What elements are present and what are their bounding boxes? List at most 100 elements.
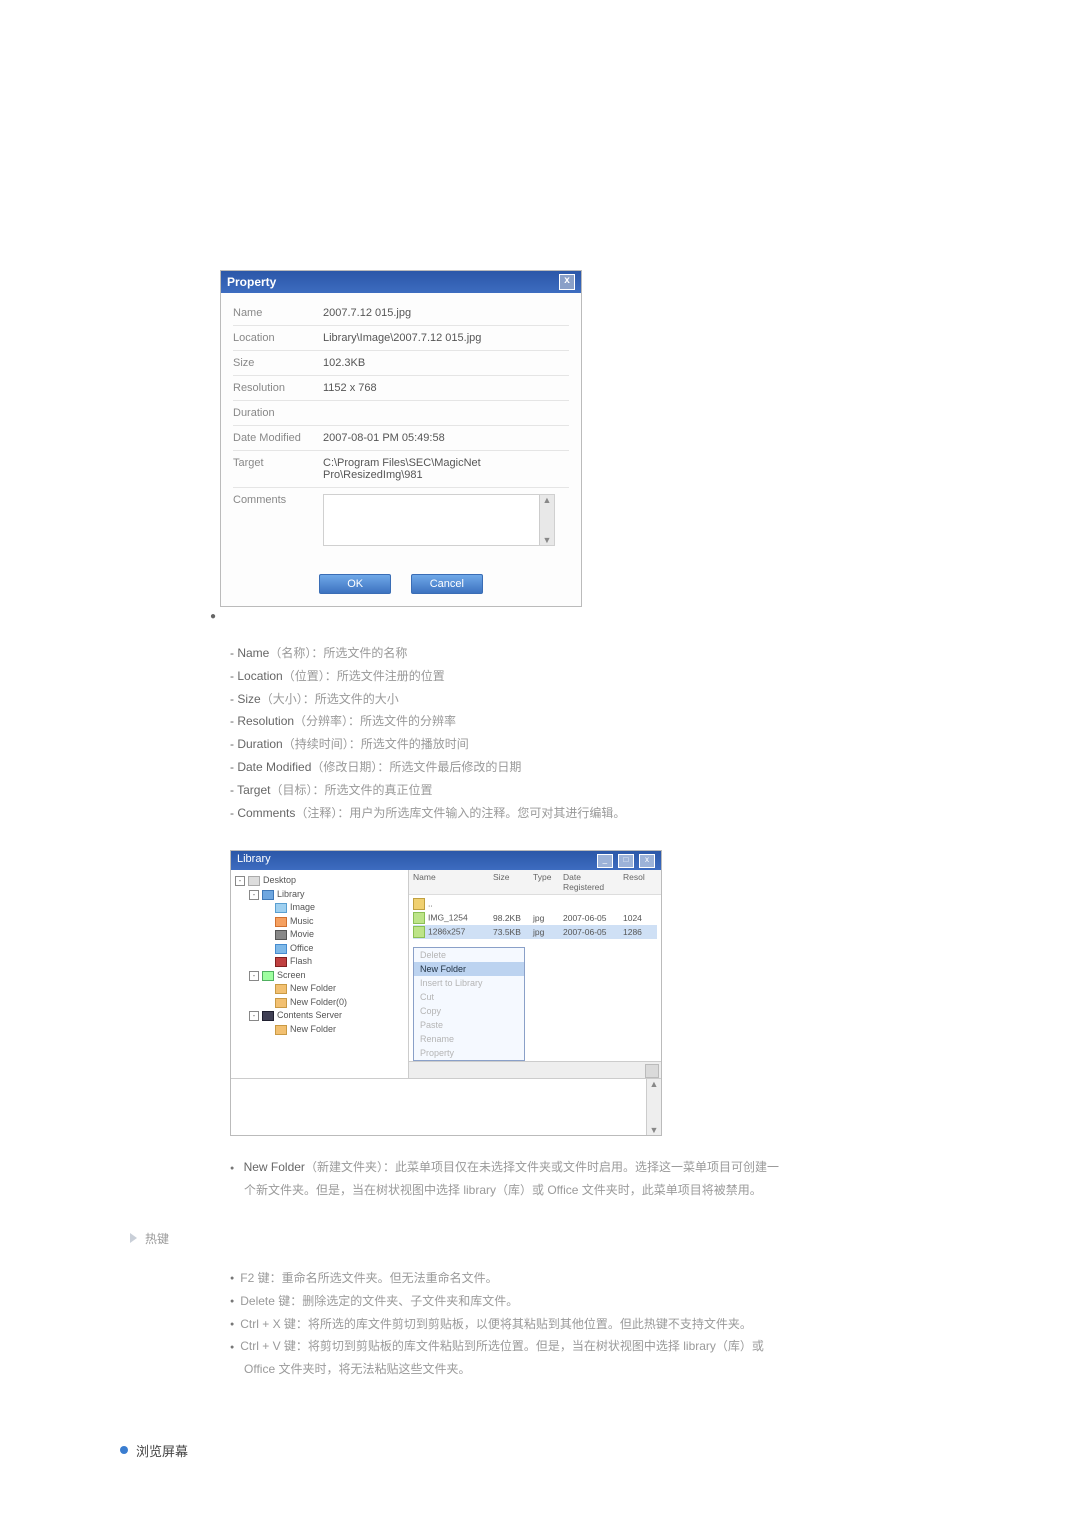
duration-value	[323, 407, 569, 419]
definition-item: - Location（位置）：所选文件注册的位置	[230, 665, 990, 688]
scroll-up-icon[interactable]: ▲	[540, 495, 554, 505]
location-value: Library\Image\2007.7.12 015.jpg	[323, 332, 569, 344]
table-row[interactable]: IMG_125498.2KBjpg2007-06-051024	[413, 911, 657, 925]
maximize-icon[interactable]: □	[618, 854, 634, 868]
target-label: Target	[233, 457, 323, 481]
folder-icon	[275, 917, 287, 927]
resolution-value: 1152 x 768	[323, 382, 569, 394]
context-menu: DeleteNew FolderInsert to LibraryCutCopy…	[413, 947, 525, 1061]
definition-item: - Name（名称）：所选文件的名称	[230, 642, 990, 665]
name-label: Name	[233, 307, 323, 319]
col-name[interactable]: Name	[413, 872, 493, 892]
vertical-scrollbar[interactable]: ▲ ▼	[646, 1079, 661, 1135]
hotkey-item: Ctrl + X 键：将所选的库文件剪切到剪贴板，以便将其粘贴到其他位置。但此热…	[230, 1313, 990, 1336]
bullet-marker: ●	[210, 611, 990, 622]
context-menu-item: Property	[414, 1046, 524, 1060]
table-row[interactable]: ..	[413, 897, 657, 911]
expand-icon[interactable]: -	[235, 876, 245, 886]
ok-button[interactable]: OK	[319, 574, 391, 594]
close-icon[interactable]: x	[639, 854, 655, 868]
context-menu-item: Paste	[414, 1018, 524, 1032]
definition-item: - Target（目标）：所选文件的真正位置	[230, 779, 990, 802]
date-modified-label: Date Modified	[233, 432, 323, 444]
definition-item: - Date Modified（修改日期）：所选文件最后修改的日期	[230, 756, 990, 779]
col-size[interactable]: Size	[493, 872, 533, 892]
note-text-2: 个新文件夹。但是，当在树状视图中选择 library（库）或 Office 文件…	[230, 1179, 990, 1202]
hotkey-item: Ctrl + V 键：将剪切到剪贴板的库文件粘贴到所选位置。但是，当在树状视图中…	[230, 1335, 990, 1358]
name-value: 2007.7.12 015.jpg	[323, 307, 569, 319]
tree-item[interactable]: -Screen	[235, 969, 404, 983]
library-tree[interactable]: -Desktop-LibraryImageMusicMovieOfficeFla…	[231, 870, 409, 1078]
table-row[interactable]: 1286x25773.5KBjpg2007-06-051286	[413, 925, 657, 939]
scrollbar[interactable]: ▲ ▼	[539, 495, 554, 545]
chevron-right-icon	[130, 1233, 137, 1243]
new-folder-note: New Folder（新建文件夹）：此菜单项目仅在未选择文件夹或文件时启用。选择…	[230, 1156, 990, 1202]
up-folder-icon	[413, 898, 425, 910]
note-text-1: （新建文件夹）：此菜单项目仅在未选择文件夹或文件时启用。选择这一菜单项目可创建一	[305, 1160, 779, 1174]
col-type[interactable]: Type	[533, 872, 563, 892]
tree-item[interactable]: Flash	[235, 955, 404, 969]
target-value: C:\Program Files\SEC\MagicNet Pro\Resize…	[323, 457, 569, 481]
bullet-icon	[120, 1446, 128, 1454]
folder-icon	[248, 876, 260, 886]
cancel-button[interactable]: Cancel	[411, 574, 483, 594]
size-label: Size	[233, 357, 323, 369]
folder-icon	[275, 1025, 287, 1035]
context-menu-item[interactable]: New Folder	[414, 962, 524, 976]
tree-item[interactable]: New Folder(0)	[235, 996, 404, 1010]
folder-icon	[275, 903, 287, 913]
tree-item[interactable]: Movie	[235, 928, 404, 942]
tree-item[interactable]: -Contents Server	[235, 1009, 404, 1023]
horizontal-scrollbar[interactable]	[409, 1061, 661, 1078]
context-menu-item: Cut	[414, 990, 524, 1004]
folder-icon	[275, 944, 287, 954]
folder-icon	[262, 971, 274, 981]
definition-item: - Size（大小）：所选文件的大小	[230, 688, 990, 711]
scroll-up-icon[interactable]: ▲	[647, 1079, 661, 1089]
context-menu-item: Rename	[414, 1032, 524, 1046]
tree-item[interactable]: -Desktop	[235, 874, 404, 888]
browse-title: 浏览屏幕	[136, 1441, 188, 1460]
hotkey-item: Office 文件夹时，将无法粘贴这些文件夹。	[230, 1358, 990, 1381]
tree-item[interactable]: Music	[235, 915, 404, 929]
file-icon	[413, 926, 425, 938]
scroll-down-icon[interactable]: ▼	[647, 1125, 661, 1135]
definitions-list: - Name（名称）：所选文件的名称- Location（位置）：所选文件注册的…	[230, 642, 990, 824]
hotkeys-list: F2 键：重命名所选文件夹。但无法重命名文件。Delete 键：删除选定的文件夹…	[230, 1267, 990, 1381]
library-preview-pane: ▲ ▼	[231, 1078, 661, 1135]
location-label: Location	[233, 332, 323, 344]
hotkey-item: F2 键：重命名所选文件夹。但无法重命名文件。	[230, 1267, 990, 1290]
tree-item[interactable]: New Folder	[235, 982, 404, 996]
resolution-label: Resolution	[233, 382, 323, 394]
comments-textarea[interactable]: ▲ ▼	[323, 494, 555, 546]
folder-icon	[275, 998, 287, 1008]
dialog-title: Property	[227, 275, 276, 289]
minimize-icon[interactable]: _	[597, 854, 613, 868]
expand-icon[interactable]: -	[249, 890, 259, 900]
close-icon[interactable]: x	[559, 274, 575, 290]
scroll-down-icon[interactable]: ▼	[540, 535, 554, 545]
library-window: Library _ □ x -Desktop-LibraryImageMusic…	[230, 850, 662, 1136]
folder-icon	[262, 1011, 274, 1021]
library-title: Library	[237, 853, 271, 868]
hotkey-item: Delete 键：删除选定的文件夹、子文件夹和库文件。	[230, 1290, 990, 1313]
folder-icon	[262, 890, 274, 900]
tree-item[interactable]: Image	[235, 901, 404, 915]
col-res[interactable]: Resol	[623, 872, 657, 892]
tree-item[interactable]: New Folder	[235, 1023, 404, 1037]
folder-icon	[275, 930, 287, 940]
hotkeys-heading: 热键	[130, 1230, 990, 1247]
tree-item[interactable]: -Library	[235, 888, 404, 902]
col-date[interactable]: Date Registered	[563, 872, 623, 892]
property-dialog-titlebar: Property x	[221, 271, 581, 293]
expand-icon[interactable]: -	[249, 1011, 259, 1021]
tree-item[interactable]: Office	[235, 942, 404, 956]
definition-item: - Comments（注释）：用户为所选库文件输入的注释。您可对其进行编辑。	[230, 802, 990, 825]
file-icon	[413, 912, 425, 924]
expand-icon[interactable]: -	[249, 971, 259, 981]
property-dialog: Property x Name 2007.7.12 015.jpg Locati…	[220, 270, 582, 607]
size-value: 102.3KB	[323, 357, 569, 369]
context-menu-item: Delete	[414, 948, 524, 962]
definition-item: - Resolution（分辨率）：所选文件的分辨率	[230, 710, 990, 733]
folder-icon	[275, 984, 287, 994]
